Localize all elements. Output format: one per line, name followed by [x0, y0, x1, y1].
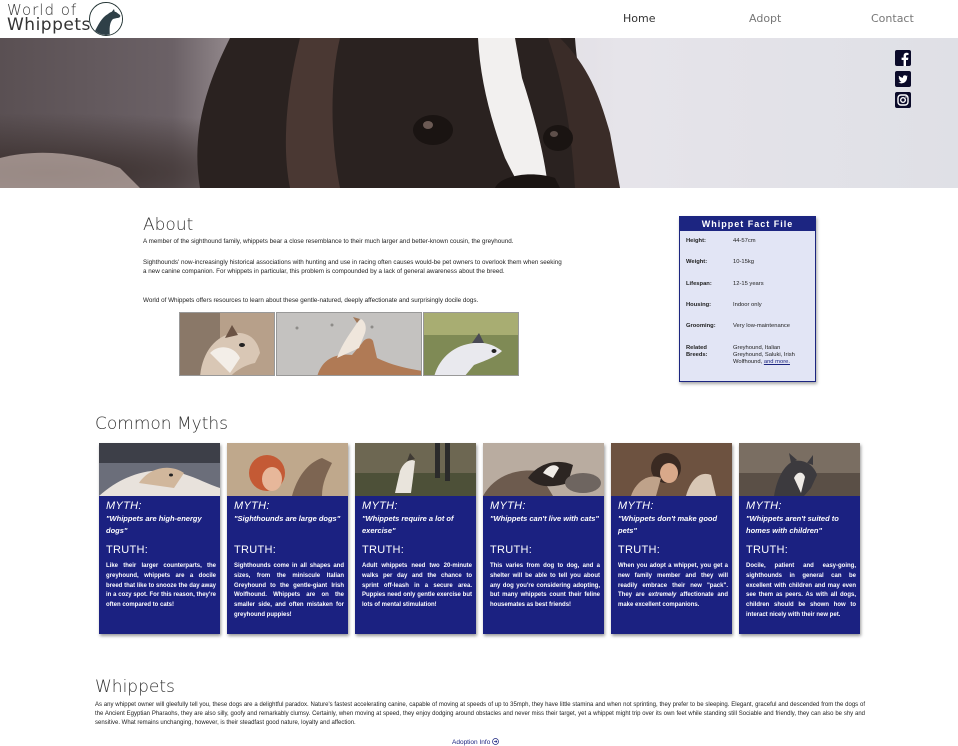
- truth-text: Adult whippets need two 20-minute walks …: [362, 563, 472, 609]
- fact-value: 10-15kg: [733, 259, 754, 265]
- truth-heading: TRUTH:: [490, 544, 533, 556]
- myth-heading: MYTH:: [618, 500, 654, 512]
- myth-card-image: [739, 443, 860, 496]
- myth-card-6: MYTH: "Whippets aren't suited to homes w…: [739, 443, 860, 634]
- nav-contact[interactable]: Contact: [871, 12, 914, 25]
- myth-text: "Whippets can't live with cats": [490, 514, 599, 523]
- truth-text: Sighthounds come in all shapes and sizes…: [234, 563, 344, 618]
- adoption-info-label: Adoption Info: [452, 739, 491, 746]
- whippets-heading: Whippets: [95, 677, 175, 697]
- myth-card-image: [355, 443, 476, 496]
- twitter-icon[interactable]: [895, 71, 911, 87]
- about-photo-1: [179, 312, 275, 376]
- fact-value: 12-15 years: [733, 281, 764, 287]
- about-photo-3: [423, 312, 519, 376]
- myth-card-5: MYTH: "Whippets don't make good pets" TR…: [611, 443, 732, 634]
- myth-card-image: [227, 443, 348, 496]
- hero-dog-image: [0, 38, 958, 188]
- truth-text: When you adopt a whippet, you get a new …: [618, 562, 728, 611]
- myth-text: "Whippets don't make good pets": [618, 514, 718, 535]
- about-paragraph-3: World of Whippets offers resources to le…: [143, 297, 479, 304]
- myth-heading: MYTH:: [490, 500, 526, 512]
- whippets-paragraph: As any whippet owner will gleefully tell…: [95, 702, 865, 726]
- adoption-info-link[interactable]: Adoption Info: [452, 738, 499, 746]
- myth-card-image: [99, 443, 220, 496]
- myth-card-image: [483, 443, 604, 496]
- fact-key: Housing:: [686, 302, 712, 308]
- fact-file-title: Whippet Fact File: [680, 217, 815, 231]
- truth-heading: TRUTH:: [746, 544, 789, 556]
- truth-text-emphasis: extremely: [648, 592, 677, 599]
- arrow-circle-right-icon: [492, 738, 499, 746]
- myth-card-4: MYTH: "Whippets can't live with cats" TR…: [483, 443, 604, 634]
- fact-key: Lifespan:: [686, 281, 712, 287]
- truth-text: Docile, patient and easy-going, sighthou…: [746, 563, 856, 618]
- fact-file-card: Whippet Fact File Height: 44-57cm Weight…: [679, 216, 816, 382]
- logo-line-2: Whippets: [7, 15, 91, 35]
- myth-text: "Sighthounds are large dogs": [234, 514, 341, 523]
- nav-adopt[interactable]: Adopt: [749, 12, 781, 25]
- myth-card-2: MYTH: "Sighthounds are large dogs" TRUTH…: [227, 443, 348, 634]
- top-nav: World of Whippets Home Adopt Contact: [0, 0, 958, 38]
- myth-text: "Whippets aren't suited to homes with ch…: [746, 514, 839, 535]
- myth-heading: MYTH:: [746, 500, 782, 512]
- truth-heading: TRUTH:: [106, 544, 149, 556]
- site-logo[interactable]: World of Whippets: [7, 3, 91, 35]
- truth-heading: TRUTH:: [362, 544, 405, 556]
- instagram-icon[interactable]: [895, 92, 911, 108]
- fact-value: Indoor only: [733, 302, 762, 308]
- myth-heading: MYTH:: [362, 500, 398, 512]
- about-photo-2: [276, 312, 422, 376]
- truth-heading: TRUTH:: [618, 544, 661, 556]
- myths-heading: Common Myths: [95, 414, 228, 434]
- myth-card-1: MYTH: "Whippets are high-energy dogs" TR…: [99, 443, 220, 634]
- fact-key: Height:: [686, 238, 706, 244]
- fact-value: 44-57cm: [733, 238, 756, 244]
- myth-heading: MYTH:: [234, 500, 270, 512]
- about-paragraph-1: A member of the sighthound family, whipp…: [143, 238, 514, 245]
- related-breeds-more-link[interactable]: and more.: [764, 359, 790, 365]
- fact-key: Weight:: [686, 259, 708, 265]
- fact-value: Greyhound, Italian Greyhound, Saluki, Ir…: [733, 345, 811, 366]
- fact-value: Very low-maintenance: [733, 323, 791, 329]
- about-heading: About: [143, 215, 194, 235]
- myth-heading: MYTH:: [106, 500, 142, 512]
- nav-home[interactable]: Home: [623, 12, 655, 25]
- whippet-head-icon[interactable]: [89, 2, 123, 36]
- truth-text: Like their larger counterparts, the grey…: [106, 563, 216, 609]
- facebook-icon[interactable]: [895, 50, 911, 66]
- myth-card-image: [611, 443, 732, 496]
- fact-key: Related Breeds:: [686, 345, 708, 358]
- about-paragraph-2: Sighthounds' now-increasingly historical…: [143, 259, 562, 275]
- truth-heading: TRUTH:: [234, 544, 277, 556]
- truth-text: This varies from dog to dog, and a shelt…: [490, 563, 600, 609]
- myth-card-3: MYTH: "Whippets require a lot of exercis…: [355, 443, 476, 634]
- myth-text: "Whippets are high-energy dogs": [106, 514, 202, 535]
- hero-banner: [0, 38, 958, 188]
- myth-text: "Whippets require a lot of exercise": [362, 514, 454, 535]
- fact-key: Grooming:: [686, 323, 716, 329]
